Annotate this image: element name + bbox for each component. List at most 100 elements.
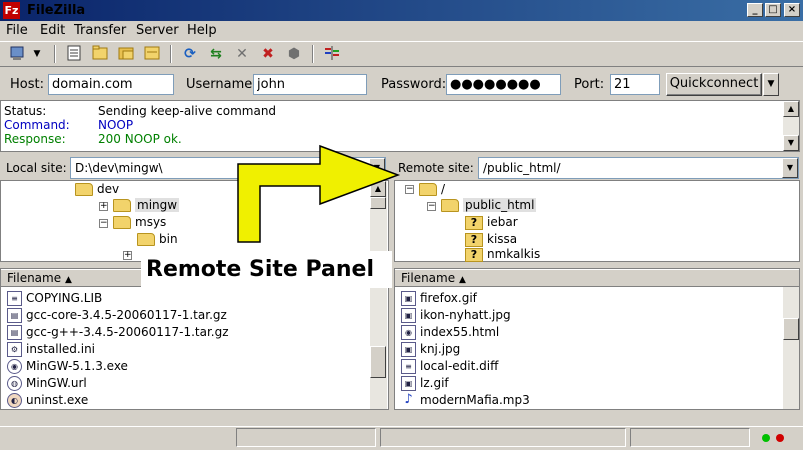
username-input[interactable] — [253, 74, 367, 95]
tree-node-msys[interactable]: msys — [113, 214, 166, 231]
tree-node-nmkalkis[interactable]: ? nmkalkis — [465, 246, 540, 263]
remote-site-dropdown-icon[interactable]: ▼ — [782, 158, 798, 178]
log-row: Command: NOOP — [4, 118, 133, 132]
list-item[interactable]: ⚙ installed.ini — [7, 340, 95, 358]
list-item[interactable]: ▤ gcc-core-3.4.5-20060117-1.tar.gz — [7, 306, 227, 324]
sort-ascending-icon: ▲ — [64, 275, 72, 285]
toggle-log-icon[interactable] — [64, 44, 84, 64]
status-panel — [236, 428, 376, 447]
expand-icon[interactable]: + — [99, 202, 108, 211]
sort-ascending-icon: ▲ — [458, 275, 466, 285]
unknown-folder-icon: ? — [465, 247, 483, 262]
log-label: Status: — [4, 104, 47, 118]
log-scroll-down-button[interactable]: ▼ — [783, 135, 799, 151]
folder-icon — [441, 199, 459, 212]
settings-file-icon: ⚙ — [7, 342, 22, 357]
collapse-icon[interactable]: − — [427, 202, 436, 211]
list-item[interactable]: ◍ MinGW.url — [7, 374, 87, 392]
log-scroll-up-button[interactable]: ▲ — [783, 101, 799, 117]
list-item[interactable]: ◉ index55.html — [401, 323, 499, 341]
text-file-icon: ≡ — [401, 359, 416, 374]
remote-directory-tree: − / − public_html ? iebar ? kissa ? nmkalki… — [394, 180, 800, 262]
close-button[interactable]: × — [784, 3, 800, 17]
annotation-arrow-icon — [237, 144, 401, 243]
image-file-icon: ▣ — [401, 308, 416, 323]
process-queue-icon[interactable]: ⇆ — [206, 44, 226, 64]
image-file-icon: ▣ — [401, 291, 416, 306]
audio-file-icon: ♪ — [401, 393, 416, 408]
site-manager-dropdown-icon[interactable]: ▼ — [30, 44, 44, 64]
list-item[interactable]: ◉ MinGW-5.1.3.exe — [7, 357, 128, 375]
remote-file-scroll-thumb[interactable] — [783, 318, 799, 340]
unknown-folder-icon: ? — [465, 232, 483, 247]
list-item[interactable]: ≡ COPYING.LIB — [7, 289, 102, 307]
toolbar-separator — [312, 45, 314, 63]
port-input[interactable] — [610, 74, 660, 95]
tree-node-public-html[interactable]: public_html — [441, 197, 537, 214]
log-label: Response: — [4, 132, 66, 146]
list-item[interactable]: ◐ uninst.exe — [7, 391, 88, 409]
list-item[interactable]: ♪ modernMafia.mp3 — [401, 391, 530, 409]
disconnect-icon[interactable]: ✖ — [258, 44, 278, 64]
tree-node-mingw[interactable]: mingw — [113, 197, 180, 214]
remote-site-path[interactable]: /public_html/ — [478, 157, 799, 179]
tree-node-root[interactable]: / — [419, 181, 445, 198]
menu-file[interactable]: File — [6, 22, 28, 40]
toolbar-separator — [54, 45, 56, 63]
title-bar — [0, 0, 803, 21]
collapse-icon[interactable]: − — [405, 185, 414, 194]
reconnect-icon[interactable]: ⬢ — [284, 44, 304, 64]
status-panel — [380, 428, 626, 447]
list-item[interactable]: ≡ local-edit.diff — [401, 357, 498, 375]
remote-filename-column-header[interactable]: Filename ▲ — [395, 269, 799, 287]
menu-edit[interactable]: Edit — [40, 22, 65, 40]
folder-icon — [419, 183, 437, 196]
annotation-label: Remote Site Panel — [141, 251, 392, 288]
quickconnect-button[interactable]: Quickconnect — [666, 73, 762, 96]
status-panel — [630, 428, 750, 447]
local-site-label: Local site: — [6, 161, 67, 175]
cancel-icon[interactable]: ✕ — [232, 44, 252, 64]
toggle-queue-icon[interactable] — [142, 44, 162, 64]
tree-node-bin[interactable]: bin — [137, 231, 178, 248]
list-item[interactable]: ▤ gcc-g++-3.4.5-20060117-1.tar.gz — [7, 323, 229, 341]
port-label: Port: — [574, 77, 605, 92]
host-input[interactable] — [48, 74, 174, 95]
local-file-scroll-thumb[interactable] — [370, 346, 386, 378]
tree-node-dev[interactable]: dev — [75, 181, 119, 198]
image-file-icon: ▣ — [401, 376, 416, 391]
username-label: Username: — [186, 77, 257, 92]
expand-icon[interactable]: + — [123, 251, 132, 260]
list-item[interactable]: ▣ ikon-nyhatt.jpg — [401, 306, 511, 324]
toggle-remote-tree-icon[interactable] — [116, 44, 136, 64]
password-input[interactable] — [446, 74, 561, 95]
minimize-button[interactable]: _ — [747, 3, 763, 17]
quickconnect-dropdown-icon[interactable]: ▼ — [763, 73, 779, 96]
menu-help[interactable]: Help — [187, 22, 217, 40]
menu-server[interactable]: Server — [136, 22, 179, 40]
compare-icon[interactable] — [322, 44, 342, 64]
remote-file-list: Filename ▲ ▣ firefox.gif ▣ ikon-nyhatt.jpg… — [394, 268, 800, 410]
log-text: NOOP — [98, 118, 134, 132]
site-manager-icon[interactable] — [8, 44, 28, 64]
list-item[interactable]: ▣ lz.gif — [401, 374, 449, 392]
list-item[interactable]: ▣ firefox.gif — [401, 289, 477, 307]
remote-file-scrollbar[interactable] — [783, 287, 799, 409]
maximize-button[interactable]: □ — [765, 3, 781, 17]
password-label: Password: — [381, 77, 447, 92]
image-file-icon: ▣ — [401, 342, 416, 357]
log-text: Sending keep-alive command — [98, 104, 277, 118]
tree-node-iebar[interactable]: ? iebar — [465, 214, 518, 231]
folder-icon — [113, 216, 131, 229]
folder-icon — [75, 183, 93, 196]
toggle-local-tree-icon[interactable] — [90, 44, 110, 64]
local-file-list: Filename ▲ ≡ COPYING.LIB ▤ gcc-core-3.4.5-… — [0, 268, 389, 410]
menu-transfer[interactable]: Transfer — [74, 22, 126, 40]
file-icon: ≡ — [7, 291, 22, 306]
collapse-icon[interactable]: − — [99, 219, 108, 228]
list-item[interactable]: ▣ knj.jpg — [401, 340, 460, 358]
filezilla-logo-icon: Fz — [3, 2, 20, 19]
toolbar-separator — [170, 45, 172, 63]
remote-site-label: Remote site: — [398, 161, 474, 175]
refresh-icon[interactable]: ⟳ — [180, 44, 200, 64]
